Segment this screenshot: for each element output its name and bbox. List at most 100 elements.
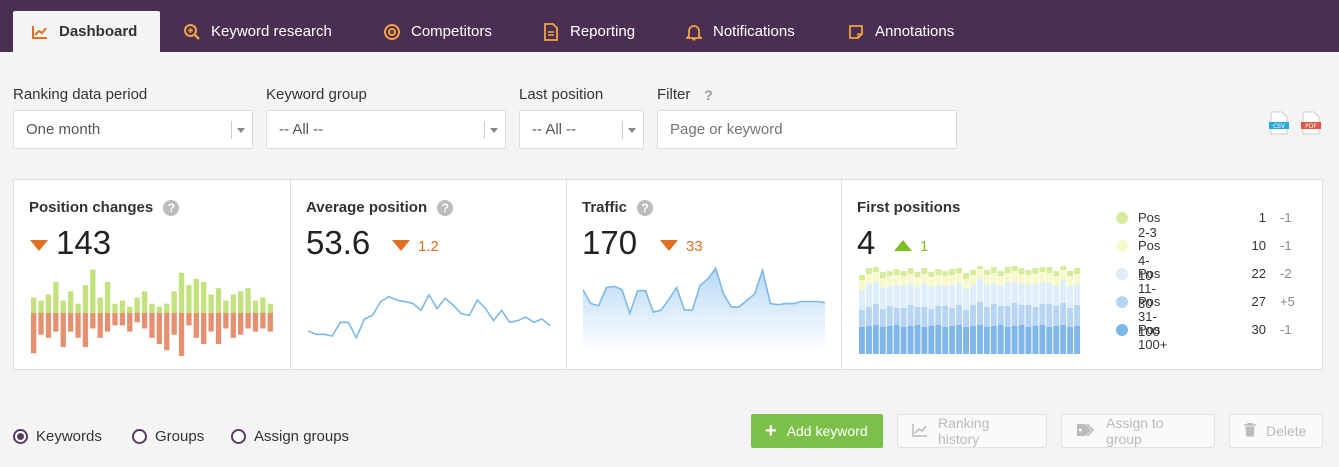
bar-down — [90, 313, 96, 329]
bar-up — [193, 278, 199, 313]
traffic-card: Traffic ? 170 33 — [566, 180, 841, 369]
position-select[interactable]: -- All -- — [519, 110, 644, 149]
csv-export-icon[interactable]: CSV — [1269, 111, 1289, 135]
bar-segment — [900, 286, 907, 308]
bar-segment — [914, 287, 921, 307]
bar-segment — [865, 326, 872, 354]
bar-segment — [963, 289, 969, 310]
period-select[interactable]: One month — [13, 110, 253, 149]
bar-up — [215, 288, 222, 313]
bar-segment — [1004, 267, 1011, 273]
help-icon[interactable]: ? — [701, 87, 717, 103]
tab-competitors[interactable]: Competitors — [365, 11, 510, 52]
bar-segment — [970, 270, 976, 275]
bar-down — [75, 313, 81, 338]
top-nav: Dashboard Keyword research Competitors R… — [0, 0, 1339, 52]
tab-dashboard[interactable]: Dashboard — [13, 11, 160, 52]
tab-label: Annotations — [875, 23, 955, 40]
bar-segment — [859, 280, 865, 290]
bar-up — [164, 303, 170, 313]
first-positions-value: 4 — [857, 224, 876, 261]
bar-segment — [921, 274, 928, 284]
bar-segment — [1011, 271, 1018, 281]
bar-up — [223, 300, 229, 313]
bar-segment — [914, 325, 921, 354]
bar-up — [31, 297, 37, 313]
help-icon[interactable]: ? — [637, 200, 654, 217]
bar-segment — [859, 275, 865, 280]
bar-segment — [1074, 326, 1080, 354]
bar-segment — [872, 325, 879, 354]
pdf-export-icon[interactable]: PDF — [1301, 111, 1321, 135]
bar-up — [156, 306, 163, 313]
bar-segment — [865, 274, 872, 284]
series-area — [583, 268, 825, 352]
bar-segment — [900, 327, 907, 354]
bar-segment — [907, 326, 914, 354]
bar-segment — [956, 325, 963, 354]
bar-segment — [942, 306, 949, 327]
bar-up — [60, 300, 66, 313]
tab-keyword-research[interactable]: Keyword research — [165, 11, 350, 52]
bar-segment — [859, 290, 865, 310]
filter-input[interactable] — [657, 110, 957, 149]
bar-segment — [872, 304, 879, 325]
bar-segment — [928, 326, 935, 354]
tab-annotations[interactable]: Annotations — [829, 11, 972, 52]
magnifier-plus-icon — [183, 23, 201, 41]
delete-button[interactable]: Delete — [1229, 414, 1323, 448]
assign-to-group-button[interactable]: Assign to group — [1061, 414, 1215, 448]
bar-segment — [928, 272, 935, 277]
bar-segment — [928, 309, 935, 326]
bar-up — [104, 282, 111, 313]
bar-segment — [921, 284, 928, 307]
bar-segment — [1053, 271, 1060, 276]
add-keyword-button[interactable]: + Add keyword — [751, 414, 883, 448]
bar-segment — [1032, 284, 1039, 307]
radio-keywords[interactable]: Keywords — [13, 428, 102, 445]
bar-segment — [879, 272, 886, 278]
bar-segment — [1011, 303, 1018, 326]
card-title: First positions — [857, 199, 961, 216]
radio-unchecked-icon — [132, 429, 147, 444]
bar-segment — [1018, 268, 1025, 274]
bar-segment — [893, 285, 900, 308]
bar-segment — [886, 276, 893, 286]
bar-segment — [949, 308, 956, 326]
bar-up — [38, 300, 44, 313]
bar-up — [75, 303, 81, 313]
bar-down — [178, 313, 185, 356]
bar-segment — [907, 268, 914, 274]
bar-segment — [976, 279, 983, 302]
tab-reporting[interactable]: Reporting — [524, 11, 653, 52]
position-changes-value: 143 — [56, 224, 112, 261]
help-icon[interactable]: ? — [163, 200, 180, 217]
bar-segment — [1039, 272, 1046, 282]
radio-assign-groups[interactable]: Assign groups — [231, 428, 349, 445]
bar-segment — [886, 271, 893, 276]
traffic-delta: 33 — [686, 238, 703, 255]
bar-up — [82, 285, 89, 313]
average-position-chart — [308, 293, 551, 340]
svg-text:PDF: PDF — [1305, 123, 1317, 130]
trend-up-icon — [894, 240, 912, 251]
trend-down-icon — [392, 240, 410, 251]
bar-segment — [1067, 286, 1074, 308]
radio-groups[interactable]: Groups — [132, 428, 204, 445]
tab-notifications[interactable]: Notifications — [667, 11, 813, 52]
bar-up — [186, 285, 192, 313]
bar-down — [119, 313, 126, 326]
bar-segment — [1039, 282, 1046, 304]
bar-segment — [1025, 305, 1032, 327]
tab-label: Keyword research — [211, 23, 332, 40]
bar-down — [245, 313, 251, 329]
bar-down — [238, 313, 244, 335]
target-icon — [383, 23, 401, 41]
bar-segment — [921, 327, 928, 354]
help-icon[interactable]: ? — [437, 200, 454, 217]
bar-segment — [1004, 283, 1011, 306]
bar-segment — [1039, 267, 1046, 272]
group-select[interactable]: -- All -- — [266, 110, 506, 149]
ranking-history-button[interactable]: Ranking history — [897, 414, 1047, 448]
trend-down-icon — [660, 240, 678, 251]
